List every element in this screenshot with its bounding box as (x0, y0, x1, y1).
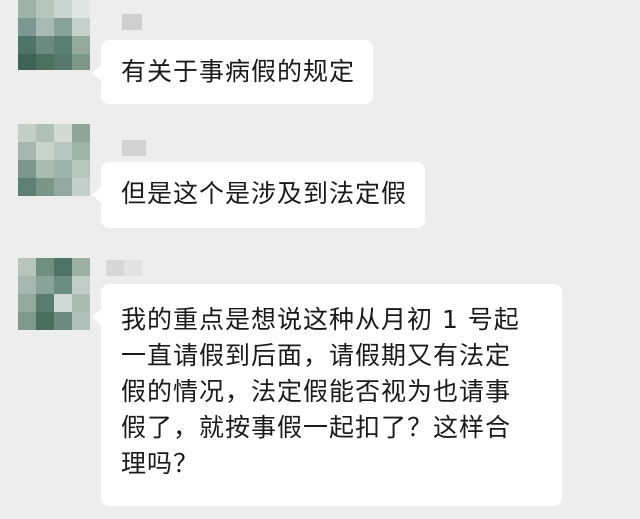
message-text: 但是这个是涉及到法定假 (121, 179, 408, 208)
message-text: 我的重点是想说这种从月初 1 号起 一直请假到后面，请假期又有法定 假的情况，法… (121, 305, 520, 478)
avatar[interactable] (18, 258, 90, 330)
message-bubble[interactable]: 有关于事病假的规定 (91, 40, 374, 104)
sender-name-blurred (122, 140, 146, 156)
message-bubble[interactable]: 但是这个是涉及到法定假 (91, 162, 426, 228)
sender-name-blurred (122, 14, 142, 30)
avatar[interactable] (18, 0, 90, 70)
message-text: 有关于事病假的规定 (121, 57, 356, 86)
sender-name-blurred (106, 260, 142, 276)
avatar[interactable] (18, 124, 90, 196)
message-bubble[interactable]: 我的重点是想说这种从月初 1 号起 一直请假到后面，请假期又有法定 假的情况，法… (92, 284, 562, 506)
